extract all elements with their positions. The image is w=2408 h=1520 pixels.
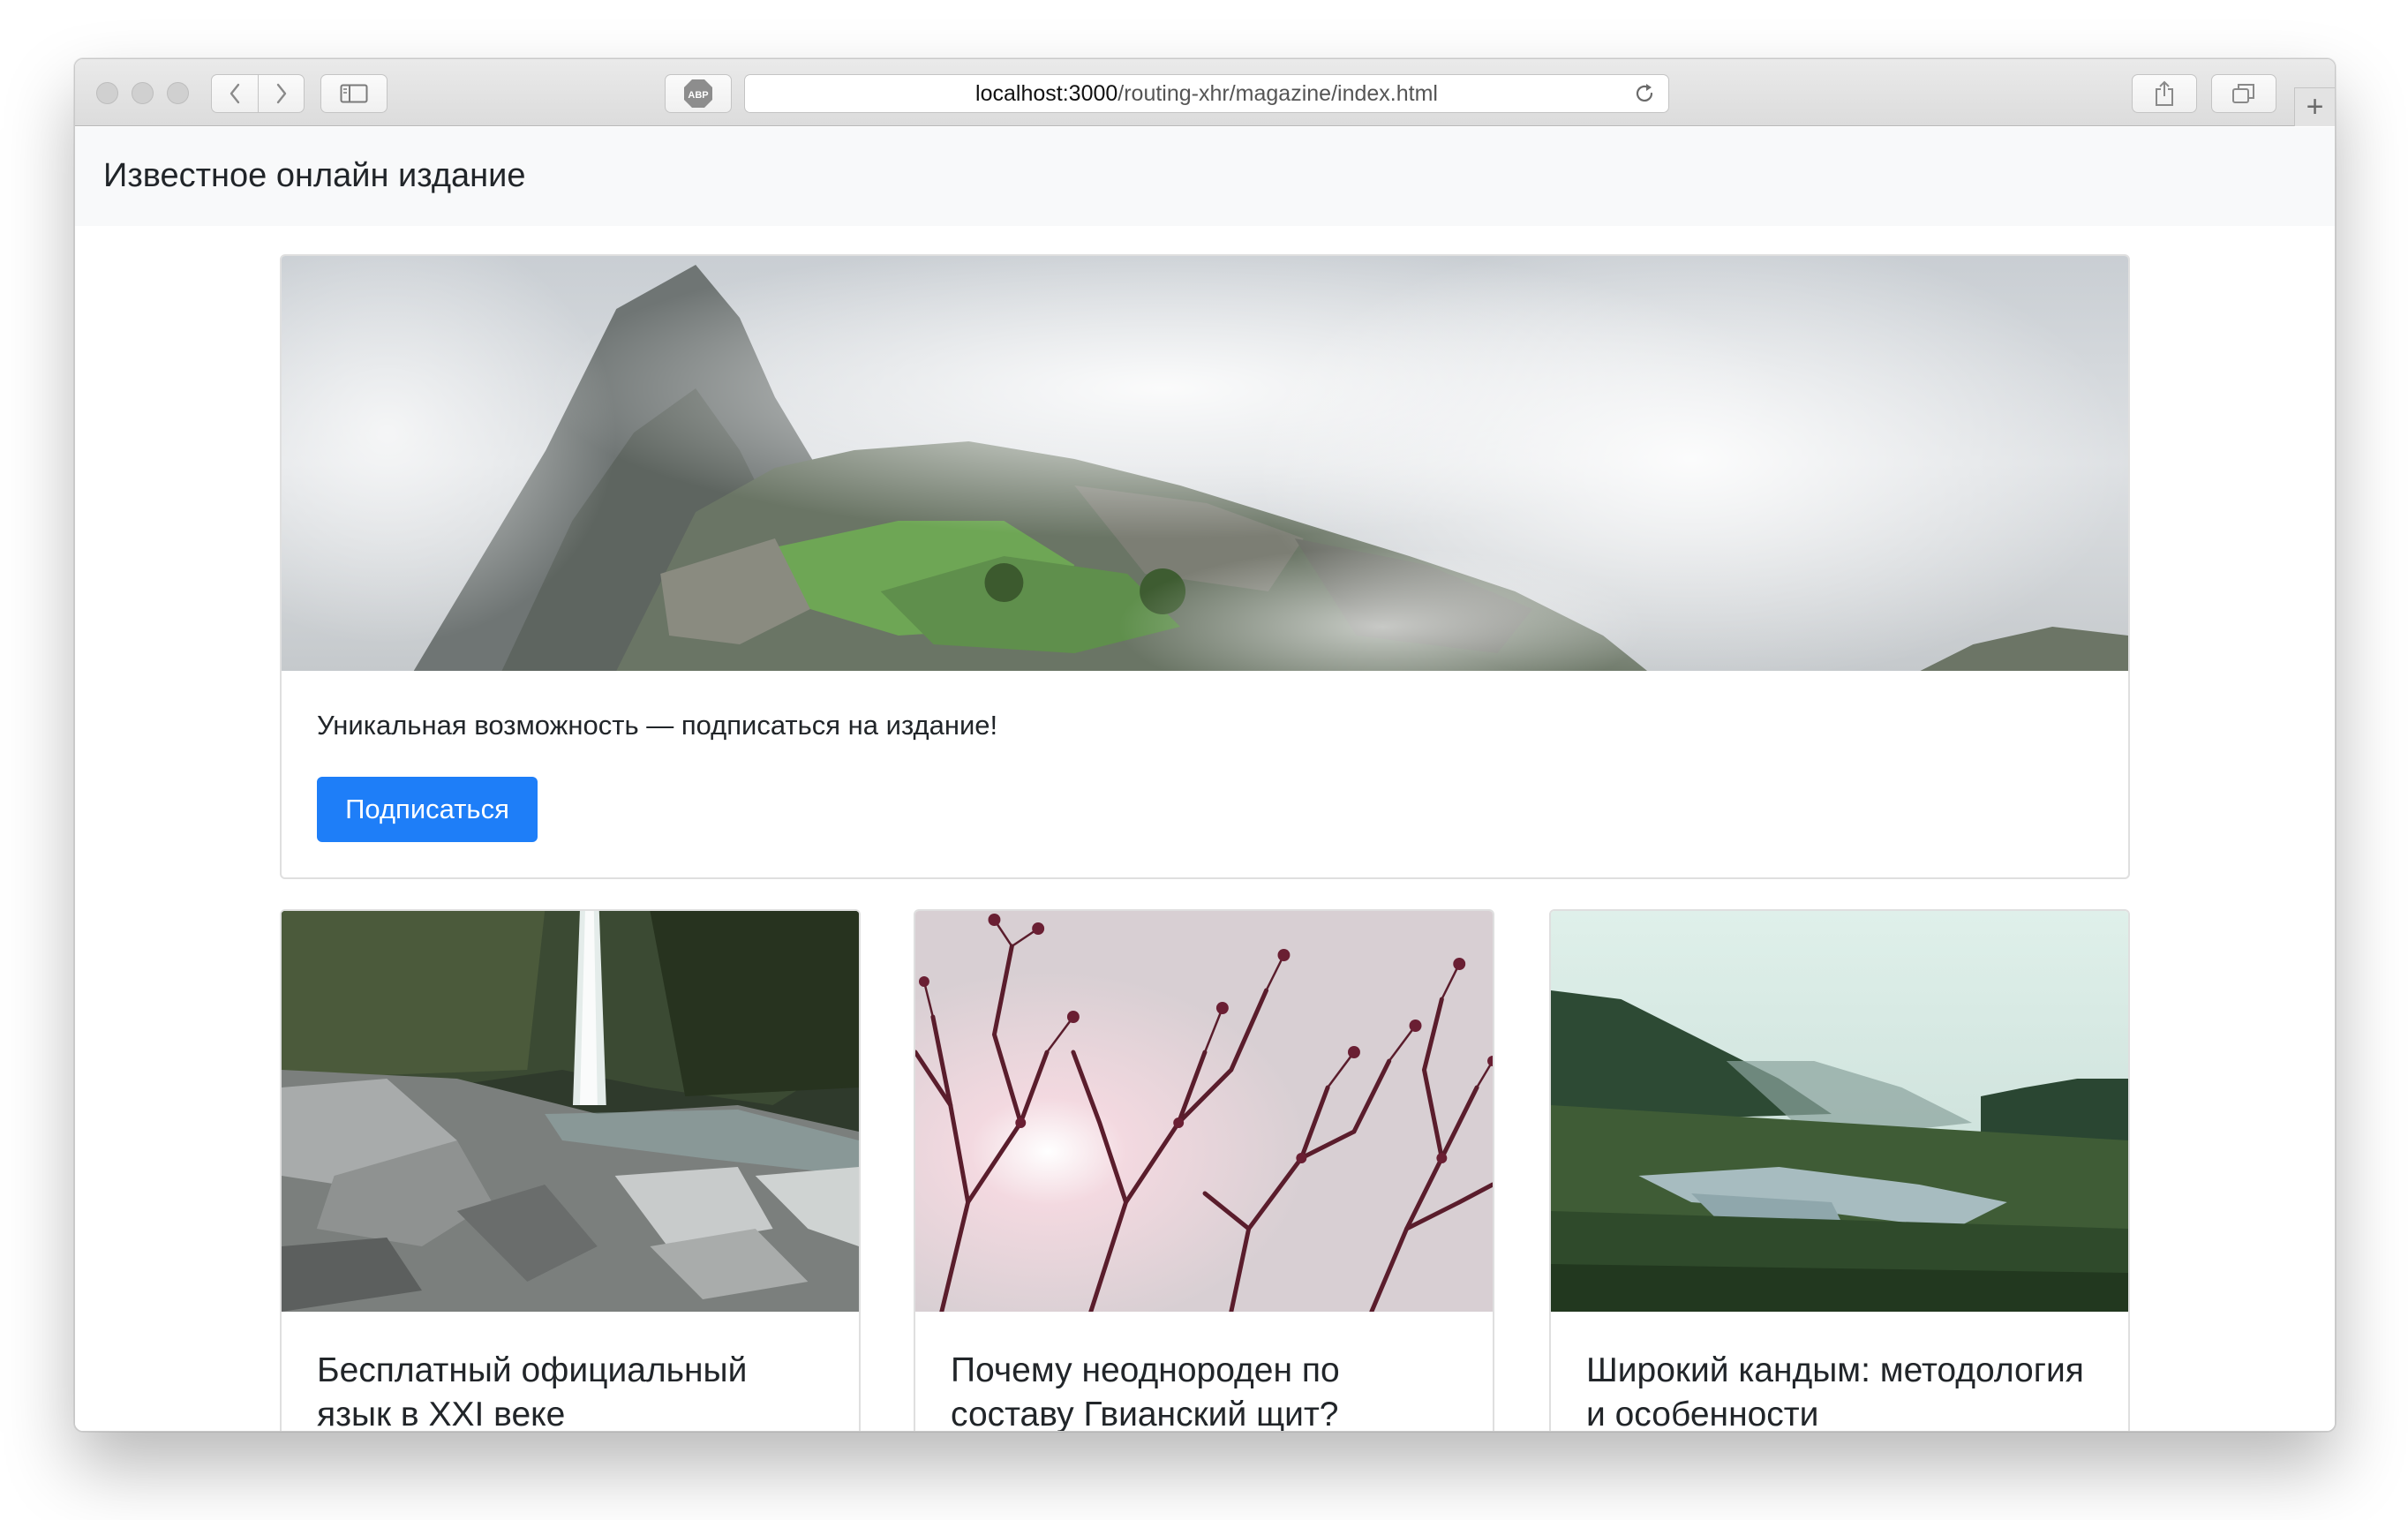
site-brand[interactable]: Известное онлайн издание bbox=[103, 157, 526, 195]
back-button[interactable] bbox=[212, 75, 258, 112]
tabs-overview-icon bbox=[2232, 84, 2254, 103]
share-icon bbox=[2156, 80, 2173, 106]
browser-toolbar: ABP localhost:3000/routing-xhr/magazine/… bbox=[75, 59, 2335, 126]
chevron-left-icon bbox=[230, 83, 240, 104]
history-nav-group bbox=[211, 74, 305, 113]
address-bar[interactable]: localhost:3000/routing-xhr/magazine/inde… bbox=[744, 74, 1669, 113]
valley-river-image bbox=[1551, 911, 2128, 1312]
zoom-window-button[interactable] bbox=[167, 82, 189, 104]
adblock-label: ABP bbox=[688, 90, 708, 101]
reload-button[interactable] bbox=[1633, 82, 1656, 111]
adblock-icon: ABP bbox=[684, 79, 712, 108]
sidebar-toggle-button[interactable] bbox=[320, 74, 388, 113]
chevron-right-icon bbox=[276, 83, 286, 104]
new-tab-button[interactable]: + bbox=[2294, 87, 2335, 126]
subscribe-button[interactable]: Подписаться bbox=[317, 777, 538, 842]
adblock-extension-button[interactable]: ABP bbox=[665, 74, 732, 113]
article-title[interactable]: Почему неоднороден по составу Гвианский … bbox=[951, 1349, 1463, 1431]
sidebar-icon bbox=[340, 84, 368, 103]
reload-icon bbox=[1636, 84, 1653, 102]
share-button[interactable] bbox=[2132, 74, 2197, 113]
subscription-card: Уникальная возможность — подписаться на … bbox=[280, 254, 2130, 879]
subscription-text: Уникальная возможность — подписаться на … bbox=[317, 710, 998, 741]
article-card[interactable]: Бесплатный официальный язык в XXI веке bbox=[280, 909, 861, 1431]
minimize-window-button[interactable] bbox=[132, 82, 154, 104]
browser-window: ABP localhost:3000/routing-xhr/magazine/… bbox=[74, 58, 2336, 1432]
page-viewport: Известное онлайн издание Уникальная возм… bbox=[75, 127, 2335, 1431]
blossom-branches-image bbox=[915, 911, 1493, 1312]
forward-button[interactable] bbox=[258, 75, 304, 112]
url-host: localhost:3000 bbox=[975, 80, 1118, 106]
close-window-button[interactable] bbox=[96, 82, 118, 104]
article-card[interactable]: Почему неоднороден по составу Гвианский … bbox=[914, 909, 1494, 1431]
waterfall-image bbox=[282, 911, 859, 1312]
hero-mountain-image bbox=[282, 256, 2128, 671]
article-title[interactable]: Бесплатный официальный язык в XXI веке bbox=[317, 1349, 829, 1431]
url-path: /routing-xhr/magazine/index.html bbox=[1117, 80, 1438, 106]
show-tabs-button[interactable] bbox=[2211, 74, 2276, 113]
article-title[interactable]: Широкий кандым: методология и особенност… bbox=[1586, 1349, 2098, 1431]
site-navbar: Известное онлайн издание bbox=[75, 127, 2335, 226]
article-card[interactable]: Широкий кандым: методология и особенност… bbox=[1549, 909, 2130, 1431]
